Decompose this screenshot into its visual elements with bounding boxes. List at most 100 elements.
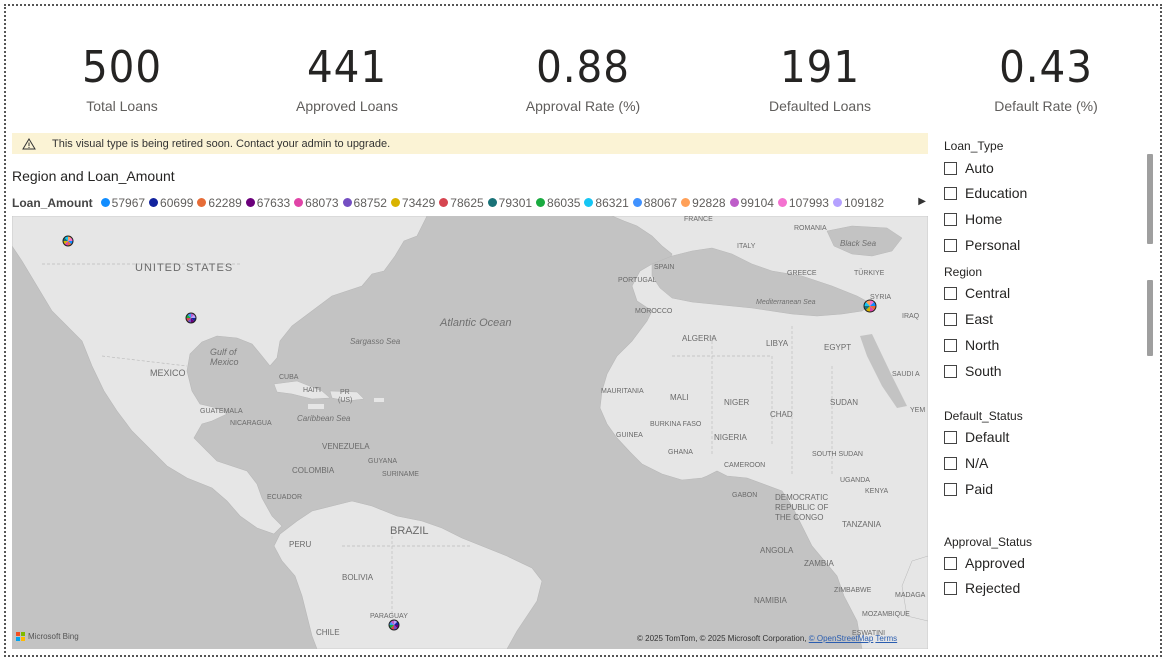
legend-dot-icon xyxy=(832,198,842,208)
kpi-approved-loans[interactable]: 441 Approved Loans xyxy=(247,40,447,114)
bing-map[interactable]: UNITED STATES MEXICO Gulf of Mexico CUBA… xyxy=(12,216,928,649)
legend-item[interactable]: 99104 xyxy=(729,196,774,210)
slicer-option-north[interactable]: North xyxy=(944,337,999,353)
legend-item[interactable]: 73429 xyxy=(390,195,436,210)
label-colombia: COLOMBIA xyxy=(292,466,335,475)
label-caribbean: Caribbean Sea xyxy=(297,414,351,423)
openstreetmap-link[interactable]: © OpenStreetMap xyxy=(809,634,874,643)
checkbox[interactable] xyxy=(944,312,957,326)
checkbox[interactable] xyxy=(944,430,957,444)
legend-label: 73429 xyxy=(401,195,436,210)
checkbox[interactable] xyxy=(944,338,957,352)
retirement-warning-banner: This visual type is being retired soon. … xyxy=(12,133,928,154)
slicer-option-na[interactable]: N/A xyxy=(944,455,988,471)
label-nigeria: NIGERIA xyxy=(714,433,748,442)
label-venezuela: VENEZUELA xyxy=(322,442,370,451)
slicer-option-default[interactable]: Default xyxy=(944,429,1009,445)
slicer-option-home[interactable]: Home xyxy=(944,211,1002,227)
checkbox[interactable] xyxy=(944,238,957,252)
kpi-label: Approved Loans xyxy=(296,98,398,114)
slicer-option-east[interactable]: East xyxy=(944,311,993,327)
legend-item[interactable]: 107993 xyxy=(777,196,829,210)
warning-text: This visual type is being retired soon. … xyxy=(52,137,391,150)
label-guyana: GUYANA xyxy=(368,458,397,465)
kpi-defaulted-loans[interactable]: 191 Defaulted Loans xyxy=(720,40,920,114)
legend-item[interactable]: 60699 xyxy=(149,196,193,210)
map-pie-bubble[interactable] xyxy=(62,235,74,247)
label-cuba: CUBA xyxy=(279,374,299,381)
option-label: Default xyxy=(965,429,1010,445)
legend-dot-icon xyxy=(729,198,739,208)
slicer-scrollbar-loan-type[interactable] xyxy=(1147,154,1153,244)
slicer-option-rejected[interactable]: Rejected xyxy=(944,580,1020,596)
checkbox[interactable] xyxy=(944,161,957,175)
option-label: N/A xyxy=(965,455,989,471)
slicer-option-education[interactable]: Education xyxy=(944,185,1027,201)
checkbox[interactable] xyxy=(944,581,957,595)
legend-item[interactable]: 86321 xyxy=(584,196,629,210)
label-namibia: NAMIBIA xyxy=(754,596,788,605)
legend-dot-icon xyxy=(390,198,400,208)
slicer-option-auto[interactable]: Auto xyxy=(944,160,994,176)
legend-item[interactable]: 62289 xyxy=(197,196,242,210)
label-yem: YEM xyxy=(910,407,925,414)
label-egypt: EGYPT xyxy=(824,343,851,352)
bing-text: Microsoft Bing xyxy=(28,632,79,641)
map-pie-bubble[interactable] xyxy=(185,312,197,324)
label-romania: ROMANIA xyxy=(794,225,827,232)
slicer-option-paid[interactable]: Paid xyxy=(944,481,993,497)
legend-item[interactable]: 92828 xyxy=(681,196,726,210)
slicer-title-default-status: Default_Status xyxy=(944,409,1023,423)
checkbox[interactable] xyxy=(944,364,957,378)
legend-label: 79301 xyxy=(498,195,533,210)
slicer-scrollbar-region[interactable] xyxy=(1147,280,1153,356)
checkbox[interactable] xyxy=(944,482,957,496)
kpi-value: 191 xyxy=(779,42,861,93)
option-label: Education xyxy=(965,185,1028,201)
legend-dot-icon xyxy=(584,198,594,208)
legend-label: 60699 xyxy=(160,195,194,210)
map-pie-bubble[interactable] xyxy=(863,299,877,313)
legend-item[interactable]: 68752 xyxy=(342,195,387,210)
legend-item[interactable]: 79301 xyxy=(487,195,533,210)
checkbox[interactable] xyxy=(944,286,957,300)
slicer-title-approval-status: Approval_Status xyxy=(944,535,1033,549)
legend-item[interactable]: 78625 xyxy=(439,195,484,210)
label-mexico: MEXICO xyxy=(150,368,186,378)
checkbox[interactable] xyxy=(944,456,957,470)
warning-triangle-icon xyxy=(22,137,40,150)
slicer-option-approved[interactable]: Approved xyxy=(944,555,1025,571)
slicer-option-personal[interactable]: Personal xyxy=(944,237,1020,253)
checkbox[interactable] xyxy=(944,556,957,570)
kpi-approval-rate[interactable]: 0.88 Approval Rate (%) xyxy=(483,40,683,114)
label-turkiye: TÜRKIYE xyxy=(854,269,885,277)
legend-item[interactable]: 57967 xyxy=(100,196,145,210)
legend-item[interactable]: 86035 xyxy=(536,196,580,210)
legend-label: 109182 xyxy=(843,195,885,210)
label-chile: CHILE xyxy=(316,628,340,637)
legend-dot-icon xyxy=(487,198,497,208)
option-label: Auto xyxy=(965,160,994,176)
checkbox[interactable] xyxy=(944,186,957,200)
legend-label: 68752 xyxy=(353,195,387,210)
checkbox[interactable] xyxy=(944,212,957,226)
label-libya: LIBYA xyxy=(766,339,789,348)
label-portugal: PORTUGAL xyxy=(618,277,656,284)
kpi-default-rate[interactable]: 0.43 Default Rate (%) xyxy=(946,40,1146,114)
legend-item[interactable]: 109182 xyxy=(832,195,885,210)
slicer-option-south[interactable]: South xyxy=(944,363,1002,379)
terms-link[interactable]: Terms xyxy=(875,634,897,643)
legend-next-arrow-icon[interactable]: ▶ xyxy=(918,196,926,207)
legend-label: 78625 xyxy=(450,195,484,210)
legend-item[interactable]: 88067 xyxy=(632,196,677,210)
label-france: FRANCE xyxy=(684,216,713,223)
label-mauritania: MAURITANIA xyxy=(601,388,644,395)
slicer-option-central[interactable]: Central xyxy=(944,285,1010,301)
legend-item[interactable]: 68073 xyxy=(294,196,339,210)
legend-item[interactable]: 67633 xyxy=(245,196,290,210)
map-pie-bubble[interactable] xyxy=(388,619,400,631)
legend-dot-icon xyxy=(681,198,691,208)
kpi-total-loans[interactable]: 500 Total Loans xyxy=(22,40,222,114)
slicer-title-region: Region xyxy=(944,265,983,279)
kpi-label: Total Loans xyxy=(86,98,158,114)
